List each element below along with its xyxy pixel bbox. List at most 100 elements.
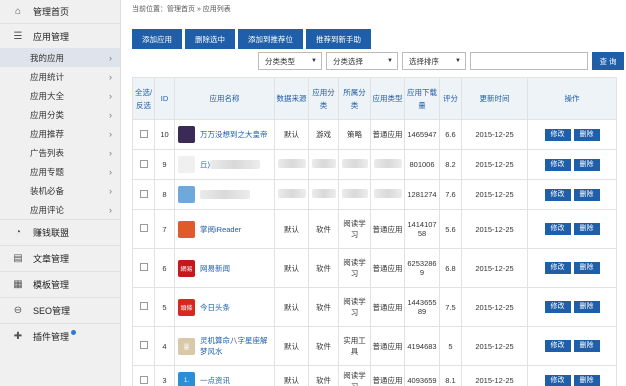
app-name-link[interactable]: 掌阅iReader (200, 224, 241, 235)
type-cell (370, 179, 405, 210)
app-name-link[interactable]: 网易新闻 (200, 263, 230, 274)
blurred-content (311, 159, 336, 168)
nav-app-management[interactable]: ☰ 应用管理 (0, 24, 120, 48)
edit-button[interactable]: 修改 (544, 158, 571, 171)
row-checkbox[interactable] (139, 224, 148, 232)
nav-home[interactable]: ⌂ 管理首页 (0, 0, 120, 23)
category-select[interactable]: 分类选择 ▼ (326, 52, 398, 70)
sidebar-section[interactable]: ◔ 赚钱联盟 (0, 220, 120, 245)
subcategory-cell: 阅读学习 (338, 209, 371, 249)
source-text: 默认 (284, 263, 299, 273)
row-checkbox[interactable] (139, 302, 148, 310)
edit-button[interactable]: 修改 (544, 223, 571, 235)
row-checkbox[interactable] (139, 129, 148, 138)
sidebar-subitem-label: 应用评论 (30, 204, 65, 215)
edit-button[interactable]: 修改 (544, 301, 571, 313)
edit-button[interactable]: 修改 (544, 262, 571, 274)
recommend-new-button[interactable]: 推荐到新手助 (306, 29, 371, 49)
delete-button[interactable]: 删除 (573, 262, 600, 274)
app-name-link[interactable]: 丘) (200, 159, 210, 170)
row-select-cell (132, 179, 155, 210)
app-name-cell: 靈 灵机算命八字星座解梦风水 (174, 326, 275, 366)
delete-button[interactable]: 删除 (573, 188, 600, 201)
column-header: 应用类型 (370, 77, 405, 120)
app-name-link[interactable]: 灵机算命八字星座解梦风水 (200, 335, 273, 357)
row-checkbox[interactable] (139, 263, 148, 271)
app-name-cell: 頭條 今日头条 (174, 287, 275, 327)
delete-button[interactable]: 删除 (573, 158, 600, 171)
sidebar-subitem[interactable]: 应用专题 › (0, 162, 120, 181)
row-select-cell (132, 248, 155, 288)
category-type-select[interactable]: 分类类型 ▼ (258, 52, 322, 70)
subcategory-cell (338, 179, 371, 210)
edit-button[interactable]: 修改 (544, 128, 571, 141)
sidebar-subitem[interactable]: 应用评论 › (0, 200, 120, 219)
score-cell: 7.5 (439, 287, 462, 327)
delete-button[interactable]: 删除 (573, 223, 600, 235)
search-input[interactable] (470, 52, 588, 70)
sidebar-subitem-label: 应用分类 (30, 109, 65, 120)
search-button[interactable]: 查 询 (592, 52, 624, 70)
sidebar-section[interactable]: ▦ 模板管理 (0, 272, 120, 297)
column-header: 数据来源 (274, 77, 309, 120)
row-select-cell (132, 209, 155, 249)
row-checkbox[interactable] (139, 159, 148, 168)
blurred-content (277, 189, 306, 198)
edit-button[interactable]: 修改 (544, 374, 571, 386)
sidebar-section[interactable]: ✚ 插件管理 (0, 324, 120, 349)
sidebar-subitem[interactable]: 应用统计 › (0, 67, 120, 86)
edit-button[interactable]: 修改 (544, 188, 571, 201)
app-icon: 靈 (178, 337, 195, 355)
delete-button[interactable]: 删除 (573, 374, 600, 386)
table-row: 9 丘) 801006 8.2 2015-12-25 修改 删除 (132, 149, 617, 180)
type-text: 普通应用 (372, 376, 403, 385)
downloads-cell: 4093659 (404, 365, 440, 386)
sidebar-section[interactable]: ⊖ SEO管理 (0, 298, 120, 323)
row-checkbox[interactable] (139, 375, 148, 384)
subcategory-cell: 阅读学习 (338, 248, 371, 288)
delete-selected-button[interactable]: 删除选中 (185, 29, 235, 49)
sidebar-subitem[interactable]: 应用推荐 › (0, 124, 120, 143)
sidebar-subitem-label: 我的应用 (30, 52, 65, 63)
filter-bar: 分类类型 ▼ 分类选择 ▼ 选择排序 ▼ 查 询 (258, 52, 624, 70)
type-text: 普通应用 (372, 224, 403, 234)
sidebar-section-label: 赚钱联盟 (33, 228, 70, 238)
downloads-cell: 1465947 (404, 119, 440, 150)
subcategory-text: 策略 (347, 130, 362, 139)
type-text: 普通应用 (372, 130, 403, 139)
app-name-link[interactable]: 今日头条 (200, 302, 230, 313)
blurred-content (341, 159, 368, 168)
id-cell: 4 (154, 326, 175, 366)
subcategory-text: 阅读学习 (343, 258, 366, 278)
subcategory-text: 阅读学习 (343, 297, 366, 317)
home-icon: ⌂ (14, 6, 22, 17)
sidebar-subitem[interactable]: 应用大全 › (0, 86, 120, 105)
sidebar-subitem[interactable]: 应用分类 › (0, 105, 120, 124)
sidebar-subitem[interactable]: 广告列表 › (0, 143, 120, 162)
app-name-link[interactable]: 万万没想到之大皇帝 (200, 129, 268, 140)
category-text: 软件 (316, 263, 331, 273)
row-checkbox[interactable] (139, 341, 148, 349)
sort-select[interactable]: 选择排序 ▼ (402, 52, 466, 70)
date-cell: 2015-12-25 (461, 209, 528, 249)
column-header: 应用下载量 (404, 77, 440, 120)
app-icon (178, 126, 195, 143)
app-name-cell: 1. 一点资讯 (174, 365, 275, 386)
row-checkbox[interactable] (139, 189, 148, 198)
type-cell: 普通应用 (370, 287, 405, 327)
add-app-button[interactable]: 添加应用 (132, 29, 182, 49)
subcategory-text: 实用工具 (343, 336, 366, 356)
delete-button[interactable]: 删除 (573, 301, 600, 313)
add-to-recommend-button[interactable]: 添加到推荐位 (238, 29, 303, 49)
actions-cell: 修改 删除 (527, 179, 617, 210)
delete-button[interactable]: 删除 (573, 340, 600, 352)
app-name-link[interactable]: 一点资讯 (200, 375, 230, 386)
delete-button[interactable]: 删除 (573, 128, 600, 141)
sidebar-subitem[interactable]: 装机必备 › (0, 181, 120, 200)
column-header[interactable]: 全选/反选 (132, 77, 155, 120)
sidebar-section-label: 插件管理 (33, 332, 70, 342)
sidebar-section[interactable]: ▤ 文章管理 (0, 246, 120, 271)
sidebar-subitem[interactable]: 我的应用 › (0, 48, 120, 67)
nav-app-management-label: 应用管理 (33, 31, 70, 42)
edit-button[interactable]: 修改 (544, 340, 571, 352)
